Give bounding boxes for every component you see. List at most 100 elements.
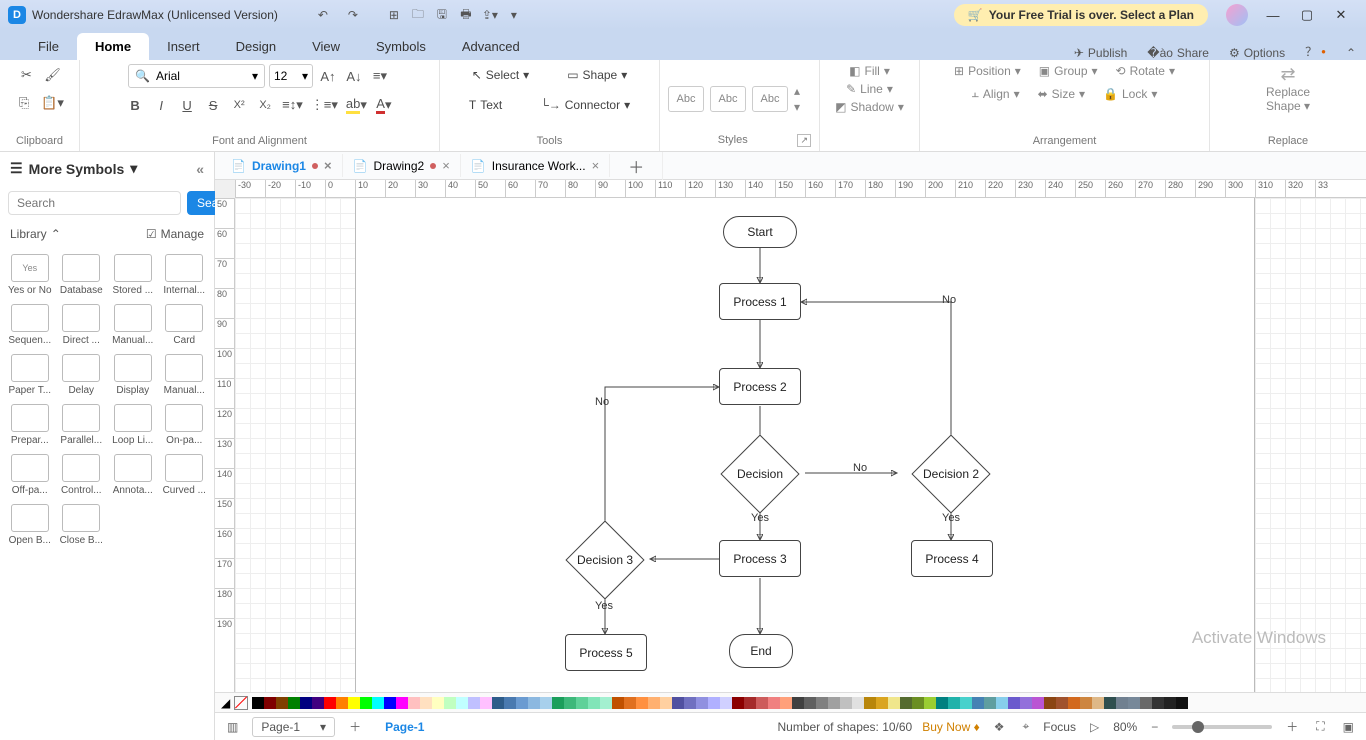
publish-button[interactable]: ✈ Publish [1064, 46, 1137, 60]
lock-option[interactable]: 🔒 Lock▾ [1103, 87, 1157, 101]
color-swatch[interactable] [504, 697, 516, 709]
cut-button[interactable]: ✂ [16, 64, 38, 86]
color-swatch[interactable] [756, 697, 768, 709]
color-swatch[interactable] [780, 697, 792, 709]
subscript-button[interactable]: X₂ [254, 94, 276, 116]
style-preset-1[interactable]: Abc [668, 86, 704, 112]
color-swatch[interactable] [1092, 697, 1104, 709]
collapse-ribbon-button[interactable]: ⌃ [1336, 46, 1366, 60]
close-button[interactable]: ✕ [1324, 7, 1358, 23]
size-option[interactable]: ⬌ Size▾ [1038, 87, 1085, 101]
color-swatch[interactable] [792, 697, 804, 709]
color-swatch[interactable] [672, 697, 684, 709]
color-swatch[interactable] [1176, 697, 1188, 709]
color-swatch[interactable] [252, 697, 264, 709]
color-swatch[interactable] [1164, 697, 1176, 709]
print-icon[interactable]: 🖶 [454, 3, 478, 27]
font-color-button[interactable]: A▾ [373, 94, 395, 116]
zoom-slider[interactable] [1172, 725, 1272, 729]
shape-item[interactable]: On-pa... [161, 401, 209, 449]
color-swatch[interactable] [768, 697, 780, 709]
color-swatch[interactable] [936, 697, 948, 709]
color-swatch[interactable] [948, 697, 960, 709]
color-swatch[interactable] [480, 697, 492, 709]
color-swatch[interactable] [336, 697, 348, 709]
active-page-tab[interactable]: Page-1 [375, 720, 434, 734]
doc-tab[interactable]: 📄Drawing1× [221, 154, 343, 177]
color-swatch[interactable] [684, 697, 696, 709]
minimize-button[interactable]: — [1256, 8, 1290, 23]
format-painter-button[interactable]: 🖌 [42, 64, 64, 86]
color-swatch[interactable] [816, 697, 828, 709]
chevron-down-icon[interactable]: ▾ [130, 160, 137, 177]
color-swatch[interactable] [516, 697, 528, 709]
connector-tool[interactable]: └→ Connector ▾ [531, 94, 639, 116]
export-icon[interactable]: ⇪▾ [478, 3, 502, 27]
shape-item[interactable]: Delay [58, 351, 106, 399]
fit-page-button[interactable]: ⛶ [1312, 719, 1328, 734]
open-file-icon[interactable]: 🗀 [406, 3, 430, 27]
doc-tab[interactable]: 📄Drawing2× [343, 154, 461, 177]
rotate-option[interactable]: ⟲ Rotate▾ [1116, 64, 1175, 78]
color-swatch[interactable] [888, 697, 900, 709]
color-swatch[interactable] [852, 697, 864, 709]
color-swatch[interactable] [696, 697, 708, 709]
line-spacing-button[interactable]: ≡↕▾ [280, 94, 305, 116]
color-swatch[interactable] [984, 697, 996, 709]
color-swatch[interactable] [612, 697, 624, 709]
increase-font-button[interactable]: A↑ [317, 65, 339, 87]
strikethrough-button[interactable]: S [202, 94, 224, 116]
color-swatch[interactable] [660, 697, 672, 709]
color-swatch[interactable] [1128, 697, 1140, 709]
color-swatch[interactable] [276, 697, 288, 709]
zoom-in-button[interactable]: ＋ [1282, 718, 1302, 735]
color-swatch[interactable] [1140, 697, 1152, 709]
shape-item[interactable]: Prepar... [6, 401, 54, 449]
color-swatch[interactable] [528, 697, 540, 709]
color-swatch[interactable] [732, 697, 744, 709]
bold-button[interactable]: B [124, 94, 146, 116]
canvas[interactable]: Start Process 1 Process 2 Decision Decis… [235, 198, 1366, 692]
menu-tab-view[interactable]: View [294, 33, 358, 60]
shape-item[interactable]: Open B... [6, 501, 54, 549]
user-avatar[interactable] [1226, 4, 1248, 26]
page-selector[interactable]: Page-1▾ [252, 717, 335, 737]
style-scroll-down[interactable]: ▾ [794, 100, 800, 114]
color-swatch[interactable] [576, 697, 588, 709]
shadow-option[interactable]: ◩ Shadow ▾ [835, 100, 904, 114]
font-size-select[interactable]: 12▾ [269, 64, 313, 88]
zoom-out-button[interactable]: − [1147, 720, 1162, 734]
library-toggle[interactable]: Library ⌃ [10, 227, 61, 241]
fill-option[interactable]: ◧ Fill ▾ [849, 64, 890, 78]
color-swatch[interactable] [552, 697, 564, 709]
manage-library-button[interactable]: ☑ Manage [146, 227, 204, 241]
eyedropper-icon[interactable]: ◢ [221, 696, 230, 710]
menu-tab-design[interactable]: Design [218, 33, 294, 60]
menu-tab-file[interactable]: File [20, 33, 77, 60]
color-swatch[interactable] [900, 697, 912, 709]
node-start[interactable]: Start [723, 216, 797, 248]
new-file-icon[interactable]: ⊞ [382, 3, 406, 27]
color-swatch[interactable] [972, 697, 984, 709]
text-tool[interactable]: T Text [460, 94, 511, 116]
shape-item[interactable]: Parallel... [58, 401, 106, 449]
maximize-button[interactable]: ▢ [1290, 7, 1324, 23]
color-swatch[interactable] [456, 697, 468, 709]
color-swatch[interactable] [288, 697, 300, 709]
symbol-search-input[interactable] [8, 191, 181, 215]
color-swatch[interactable] [312, 697, 324, 709]
color-swatch[interactable] [1056, 697, 1068, 709]
shape-item[interactable]: Database [58, 251, 106, 299]
color-swatch[interactable] [1032, 697, 1044, 709]
add-tab-button[interactable]: ＋ [610, 152, 663, 182]
share-button[interactable]: �ào Share [1137, 46, 1219, 60]
color-swatch[interactable] [1152, 697, 1164, 709]
color-swatch[interactable] [360, 697, 372, 709]
shape-item[interactable]: Loop Li... [109, 401, 157, 449]
menu-tab-advanced[interactable]: Advanced [444, 33, 538, 60]
line-option[interactable]: ✎ Line ▾ [846, 82, 893, 96]
underline-button[interactable]: U [176, 94, 198, 116]
shape-item[interactable]: Display [109, 351, 157, 399]
no-fill-swatch[interactable] [234, 696, 248, 710]
color-swatch[interactable] [828, 697, 840, 709]
